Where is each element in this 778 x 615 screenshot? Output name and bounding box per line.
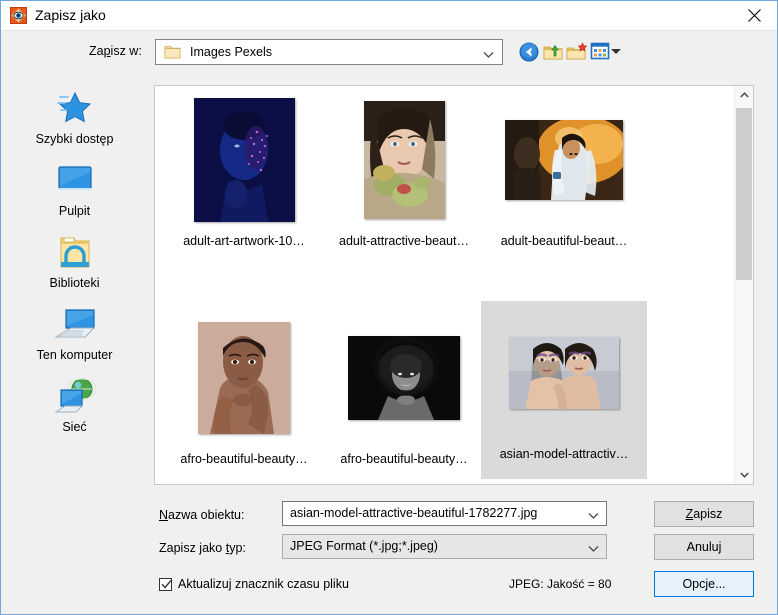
filename-label: Nazwa obiektu:: [159, 508, 245, 522]
thumbnail: [481, 301, 647, 445]
star-icon: [2, 86, 147, 128]
sidebar-item-desktop[interactable]: Pulpit: [2, 158, 147, 230]
close-icon[interactable]: [731, 1, 777, 30]
sidebar-item-label: Biblioteki: [49, 276, 100, 290]
new-folder-icon[interactable]: [565, 40, 589, 64]
filename-input[interactable]: asian-model-attractive-beautiful-1782277…: [282, 501, 607, 526]
checkbox-box[interactable]: [159, 577, 172, 591]
list-item[interactable]: afro-beautiful-beauty…: [321, 306, 487, 484]
save-in-combobox[interactable]: Images Pexels: [155, 39, 503, 65]
sidebar-item-label: Szybki dostęp: [35, 132, 114, 146]
cancel-button-label: Anuluj: [686, 540, 722, 554]
libraries-folder-icon: [2, 230, 147, 272]
folder-icon: [164, 44, 181, 60]
file-label: adult-beautiful-beaut…: [500, 234, 628, 248]
file-list-panel: adult-art-artwork-10… adult-attractive-b…: [154, 85, 754, 485]
places-sidebar: Szybki dostęp Pulpit Biblioteki Ten komp…: [2, 80, 147, 484]
title-bar: Zapisz jako: [1, 1, 777, 31]
save-in-row: Zapisz w: Images Pexels: [1, 31, 777, 79]
cancel-button[interactable]: Anuluj: [654, 534, 754, 560]
views-icon[interactable]: [589, 40, 611, 64]
save-button-label: Zapisz: [685, 507, 723, 521]
thumbnail: [321, 306, 487, 450]
thumbnail: [161, 88, 327, 232]
checkbox-label: Aktualizuj znacznik czasu pliku: [178, 577, 349, 591]
update-timestamp-checkbox[interactable]: Aktualizuj znacznik czasu pliku: [159, 577, 349, 591]
file-label: asian-model-attractiv…: [499, 447, 629, 461]
save-in-label: Zapisz w:: [89, 44, 142, 58]
monitor-icon: [2, 158, 147, 200]
file-label: adult-attractive-beaut…: [339, 234, 469, 248]
sidebar-item-label: Pulpit: [58, 204, 91, 218]
list-item[interactable]: adult-attractive-beaut…: [321, 88, 487, 266]
chevron-up-icon[interactable]: [735, 86, 753, 104]
options-button-label: Opcje...: [682, 577, 726, 591]
filetype-value: JPEG Format (*.jpg;*.jpeg): [290, 539, 438, 553]
chevron-down-icon[interactable]: [588, 509, 599, 523]
sidebar-item-label: Sieć: [62, 420, 87, 434]
thumbnail: [481, 88, 647, 232]
sidebar-item-label: Ten komputer: [36, 348, 113, 362]
file-label: adult-art-artwork-10…: [183, 234, 305, 248]
options-button[interactable]: Opcje...: [654, 571, 754, 597]
up-folder-icon[interactable]: [541, 40, 565, 64]
sidebar-item-quick-access[interactable]: Szybki dostęp: [2, 86, 147, 158]
file-label: afro-beautiful-beauty…: [180, 452, 308, 466]
sidebar-item-this-pc[interactable]: Ten komputer: [2, 302, 147, 374]
list-item[interactable]: adult-art-artwork-10…: [161, 88, 327, 266]
file-label: afro-beautiful-beauty…: [340, 452, 468, 466]
filetype-label: Zapisz jako typ:: [159, 541, 246, 555]
window-title: Zapisz jako: [35, 7, 106, 23]
file-grid: adult-art-artwork-10… adult-attractive-b…: [155, 86, 735, 484]
back-arrow-icon[interactable]: [517, 40, 541, 64]
sidebar-item-network[interactable]: Sieć: [2, 374, 147, 446]
filetype-select[interactable]: JPEG Format (*.jpg;*.jpeg): [282, 534, 607, 559]
sidebar-item-libraries[interactable]: Biblioteki: [2, 230, 147, 302]
save-in-value: Images Pexels: [190, 45, 272, 59]
scrollbar-thumb[interactable]: [736, 108, 752, 280]
filename-value: asian-model-attractive-beautiful-1782277…: [290, 506, 538, 520]
computer-icon: [2, 302, 147, 344]
list-item[interactable]: afro-beautiful-beauty…: [161, 306, 327, 484]
thumbnail: [321, 88, 487, 232]
list-item[interactable]: asian-model-attractiv…: [481, 301, 647, 479]
thumbnail: [161, 306, 327, 450]
save-button[interactable]: Zapisz: [654, 501, 754, 527]
list-item[interactable]: adult-beautiful-beaut…: [481, 88, 647, 266]
chevron-down-icon[interactable]: [588, 542, 599, 556]
chevron-down-icon[interactable]: [611, 49, 621, 54]
chevron-down-icon[interactable]: [735, 466, 753, 484]
vertical-scrollbar[interactable]: [734, 86, 753, 484]
save-as-dialog: Zapisz jako Zapisz w: Images Pexels Szyb…: [0, 0, 778, 615]
network-globe-icon: [2, 374, 147, 416]
app-eye-icon: [10, 7, 27, 24]
jpeg-quality-status: JPEG: Jakość = 80: [509, 577, 612, 591]
chevron-down-icon[interactable]: [483, 48, 494, 62]
